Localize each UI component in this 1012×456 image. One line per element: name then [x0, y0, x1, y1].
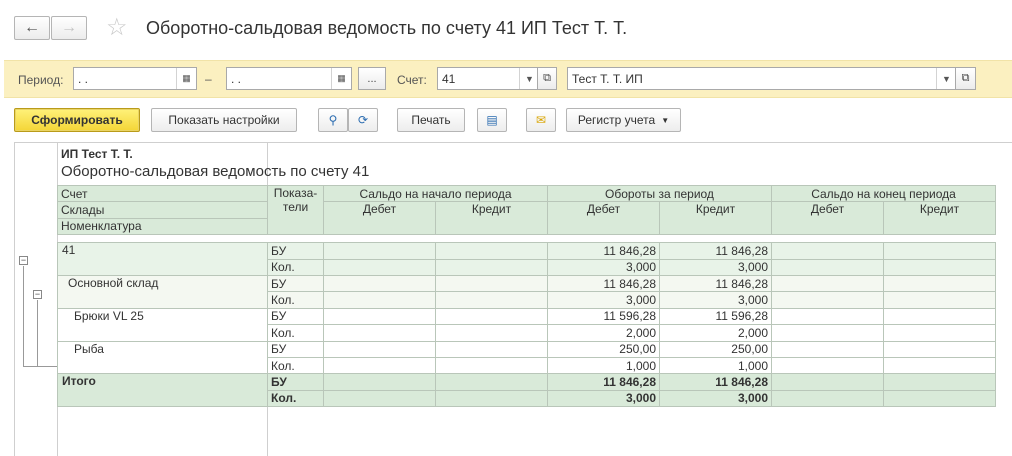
table-row[interactable]: Рыба БУ 250,00 250,00: [57, 340, 996, 375]
table-row[interactable]: Брюки VL 25 БУ 11 596,28 11 596,28: [57, 307, 996, 342]
parameters-panel: Период: . . ▦ – . . ▦ ... Счет: 41 ▼ ⧉ Т…: [4, 60, 1012, 98]
header-closing-balance: Сальдо на конец периода: [771, 184, 996, 203]
row-name: Основной склад: [57, 274, 268, 309]
report-table: Счет Показа- тели Сальдо на начало перио…: [57, 184, 996, 408]
print-preview-icon[interactable]: ▤: [477, 108, 507, 132]
arrow-right-icon: →: [61, 19, 77, 36]
back-button[interactable]: ←: [14, 16, 50, 40]
period-to-field[interactable]: . . ▦: [226, 67, 352, 90]
table-row[interactable]: 41 БУ 11 846,28 11 846,28: [57, 242, 996, 276]
arrow-left-icon: ←: [24, 19, 40, 36]
header-opening-balance: Сальдо на начало периода: [323, 184, 548, 203]
chevron-down-icon: ▼: [661, 115, 670, 125]
period-choose-button[interactable]: ...: [358, 67, 386, 90]
header-indicators: Показа- тели: [267, 184, 324, 236]
account-field[interactable]: 41 ▼: [437, 67, 540, 90]
report-organization: ИП Тест Т. Т.: [61, 147, 133, 161]
header-turnover: Обороты за период: [547, 184, 772, 203]
header-nomenclature: Номенклатура: [57, 217, 268, 236]
period-from-field[interactable]: . . ▦: [73, 67, 197, 90]
search-cancel-icon[interactable]: ⟳: [348, 108, 378, 132]
organization-field[interactable]: Тест Т. Т. ИП ▼: [567, 67, 957, 90]
collapse-icon[interactable]: −: [19, 256, 28, 265]
envelope-icon[interactable]: ✉: [526, 108, 556, 132]
row-name: Рыба: [57, 340, 268, 375]
header-debit: Дебет: [323, 201, 436, 236]
header-account: Счет: [57, 184, 268, 203]
generate-button[interactable]: Сформировать: [14, 108, 140, 132]
account-label: Счет:: [397, 73, 427, 87]
chevron-down-icon[interactable]: ▼: [519, 68, 539, 89]
header-debit: Дебет: [547, 201, 660, 236]
open-form-icon[interactable]: ⧉: [955, 67, 976, 90]
report-area: ИП Тест Т. Т. Оборотно-сальдовая ведомос…: [14, 142, 1012, 456]
header-credit: Кредит: [883, 201, 996, 236]
window-title: Оборотно-сальдовая ведомость по счету 41…: [146, 18, 628, 38]
show-settings-button[interactable]: Показать настройки: [151, 108, 297, 132]
total-label: Итого: [57, 373, 268, 408]
header-debit: Дебет: [771, 201, 884, 236]
forward-button[interactable]: →: [51, 16, 87, 40]
period-label: Период:: [18, 73, 64, 87]
calendar-icon[interactable]: ▦: [331, 68, 351, 89]
header-credit: Кредит: [659, 201, 772, 236]
table-row[interactable]: Основной склад БУ 11 846,28 11 846,28: [57, 274, 996, 309]
open-form-icon[interactable]: ⧉: [537, 67, 557, 90]
star-icon[interactable]: ☆: [106, 15, 128, 41]
header-credit: Кредит: [435, 201, 548, 236]
header-warehouses: Склады: [57, 201, 268, 219]
print-button[interactable]: Печать: [397, 108, 465, 132]
row-name: Брюки VL 25: [57, 307, 268, 342]
calendar-icon[interactable]: ▦: [176, 68, 196, 89]
report-title: Оборотно-сальдовая ведомость по счету 41: [61, 163, 370, 180]
period-dash: –: [205, 72, 212, 86]
register-dropdown-button[interactable]: Регистр учета ▼: [566, 108, 681, 132]
search-icon[interactable]: ⚲: [318, 108, 348, 132]
row-name: 41: [57, 242, 268, 276]
total-row[interactable]: Итого БУ 11 846,28 11 846,28: [57, 373, 996, 408]
collapse-icon[interactable]: −: [33, 290, 42, 299]
chevron-down-icon[interactable]: ▼: [936, 68, 956, 89]
